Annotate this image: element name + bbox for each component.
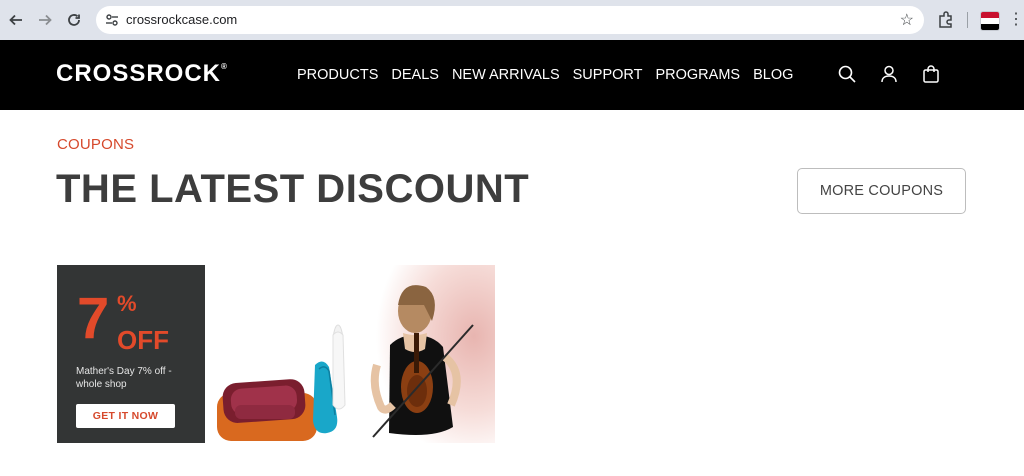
nav-products[interactable]: PRODUCTS [297, 66, 378, 84]
promo-image-violin-cases [205, 265, 495, 443]
more-coupons-button[interactable]: MORE COUPONS [797, 168, 966, 214]
section-eyebrow: COUPONS [57, 136, 135, 153]
forward-arrow-icon[interactable] [35, 10, 55, 30]
url-text[interactable]: crossrockcase.com [126, 12, 237, 28]
browser-toolbar: crossrockcase.com ☆ ⋮ [0, 0, 1024, 40]
get-it-now-button[interactable]: GET IT NOW [76, 404, 175, 428]
coupon-percent-sign: % [117, 291, 137, 316]
menu-dots-icon[interactable]: ⋮ [1008, 10, 1024, 30]
blue-violin-case [313, 324, 346, 434]
toolbar-divider [967, 12, 968, 28]
coupon-off-label: OFF [117, 325, 169, 355]
cart-icon[interactable] [923, 65, 939, 83]
account-icon[interactable] [881, 65, 897, 83]
reload-icon[interactable] [64, 10, 84, 30]
open-violin-case [217, 379, 317, 441]
coupon-percent: 7 [77, 286, 110, 351]
nav-programs[interactable]: PROGRAMS [655, 66, 740, 84]
profile-flag-icon[interactable] [980, 11, 1000, 31]
crossrock-logo[interactable]: CROSSROCK® [56, 60, 228, 90]
site-header: CROSSROCK® PRODUCTS DEALS NEW ARRIVALS S… [0, 40, 1024, 110]
coupon-card: 7 % OFF Mather's Day 7% off - whole shop… [57, 265, 205, 443]
bookmark-star-icon[interactable]: ☆ [900, 10, 914, 30]
nav-blog[interactable]: BLOG [753, 66, 793, 84]
coupon-description: Mather's Day 7% off - whole shop [76, 366, 172, 390]
nav-support[interactable]: SUPPORT [573, 66, 643, 84]
extensions-icon[interactable] [936, 10, 956, 30]
main-nav: PRODUCTS DEALS NEW ARRIVALS SUPPORT PROG… [297, 66, 793, 84]
page-title: THE LATEST DISCOUNT [56, 167, 530, 211]
back-arrow-icon[interactable] [6, 10, 26, 30]
address-bar[interactable]: crossrockcase.com ☆ [96, 6, 924, 34]
nav-deals[interactable]: DEALS [391, 66, 439, 84]
nav-new-arrivals[interactable]: NEW ARRIVALS [452, 66, 560, 84]
site-settings-icon[interactable] [104, 12, 120, 28]
search-icon[interactable] [838, 65, 856, 83]
